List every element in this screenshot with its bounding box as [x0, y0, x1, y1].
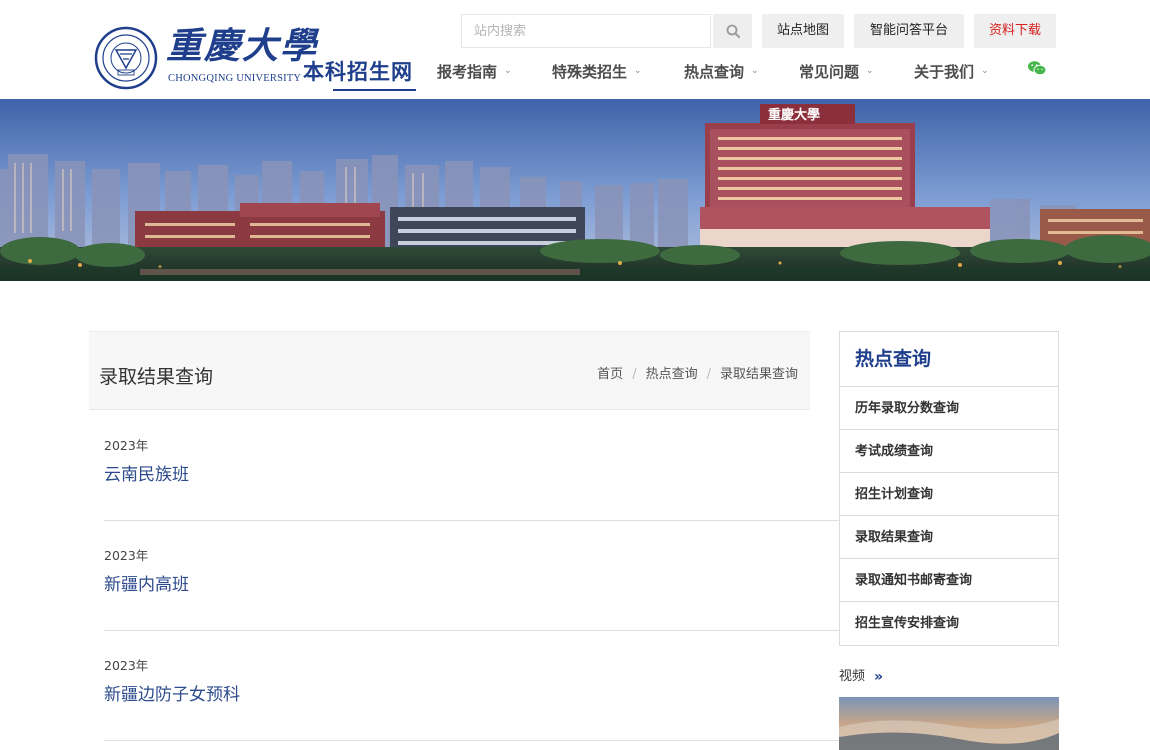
campus-banner: 重慶大學 [0, 99, 1150, 281]
video-section-link[interactable]: 视频 » [839, 668, 883, 686]
sidebar: 热点查询 历年录取分数查询 考试成绩查询 招生计划查询 录取结果查询 录取通知书… [839, 331, 1059, 646]
breadcrumb-separator: / [706, 367, 711, 382]
qa-platform-button[interactable]: 智能问答平台 [854, 14, 964, 48]
item-title[interactable]: 新疆内高班 [104, 573, 189, 597]
nav-label: 关于我们 [914, 62, 975, 81]
site-header: 重慶大學 CHONGQING UNIVERSITY 本科招生网 站点地图 智能问… [0, 0, 1150, 99]
nav-item-hot[interactable]: 热点查询 ⌄ [684, 58, 759, 84]
university-seal-icon[interactable] [94, 26, 158, 90]
nav-item-guide[interactable]: 报考指南 ⌄ [437, 58, 512, 84]
list-item[interactable]: 2023年 新疆内高班 [104, 521, 839, 631]
wechat-icon[interactable] [1027, 60, 1047, 76]
nav-item-faq[interactable]: 常见问题 ⌄ [799, 58, 874, 84]
sidebar-item-promotion[interactable]: 招生宣传安排查询 [840, 602, 1058, 645]
double-chevron-right-icon: » [874, 669, 884, 685]
video-thumbnail-image [839, 697, 1059, 750]
site-name[interactable]: 本科招生网 [303, 58, 413, 86]
search-input[interactable] [461, 14, 711, 48]
active-underline [333, 89, 416, 91]
breadcrumb-separator: / [632, 367, 637, 382]
nav-item-about[interactable]: 关于我们 ⌄ [914, 58, 989, 84]
nav-item-special[interactable]: 特殊类招生 ⌄ [552, 58, 642, 84]
search-button[interactable] [713, 14, 752, 48]
chevron-down-icon: ⌄ [981, 66, 989, 76]
chevron-down-icon: ⌄ [504, 66, 512, 76]
nav-label: 热点查询 [684, 62, 745, 81]
chevron-down-icon: ⌄ [751, 66, 759, 76]
chevron-down-icon: ⌄ [866, 66, 874, 76]
sidebar-item-result[interactable]: 录取结果查询 [840, 516, 1058, 559]
item-year: 2023年 [104, 438, 149, 453]
nav-label: 报考指南 [437, 62, 498, 81]
video-thumbnail[interactable] [839, 697, 1059, 750]
list-item[interactable]: 2023年 云南民族班 [104, 411, 839, 521]
breadcrumb-current[interactable]: 录取结果查询 [720, 366, 798, 384]
page-title: 录取结果查询 [99, 366, 214, 388]
university-name-cn[interactable]: 重慶大學 [166, 26, 318, 66]
breadcrumb: 首页 / 热点查询 / 录取结果查询 [597, 366, 798, 384]
video-label: 视频 [839, 669, 866, 684]
list-item[interactable]: 2023年 新疆边防子女预科 [104, 631, 839, 741]
sidebar-item-score-history[interactable]: 历年录取分数查询 [840, 387, 1058, 430]
item-year: 2023年 [104, 548, 149, 563]
sidebar-item-plan[interactable]: 招生计划查询 [840, 473, 1058, 516]
campus-night-image: 重慶大學 [0, 99, 1150, 281]
banner-sign: 重慶大學 [768, 107, 820, 123]
sitemap-button[interactable]: 站点地图 [762, 14, 844, 48]
chevron-down-icon: ⌄ [634, 66, 642, 76]
nav-label: 常见问题 [799, 62, 860, 81]
university-name-en: CHONGQING UNIVERSITY [168, 73, 302, 84]
sidebar-heading: 热点查询 [840, 332, 1058, 387]
item-title[interactable]: 云南民族班 [104, 463, 189, 487]
download-button[interactable]: 资料下载 [974, 14, 1056, 48]
item-year: 2023年 [104, 658, 149, 673]
sidebar-item-exam-score[interactable]: 考试成绩查询 [840, 430, 1058, 473]
item-title[interactable]: 新疆边防子女预科 [104, 683, 240, 707]
breadcrumb-home[interactable]: 首页 [597, 366, 623, 384]
nav-label: 特殊类招生 [552, 62, 628, 81]
sidebar-item-letter-mail[interactable]: 录取通知书邮寄查询 [840, 559, 1058, 602]
search-icon [726, 24, 740, 38]
page-title-bar: 录取结果查询 首页 / 热点查询 / 录取结果查询 [89, 331, 810, 410]
breadcrumb-hot[interactable]: 热点查询 [646, 366, 698, 384]
